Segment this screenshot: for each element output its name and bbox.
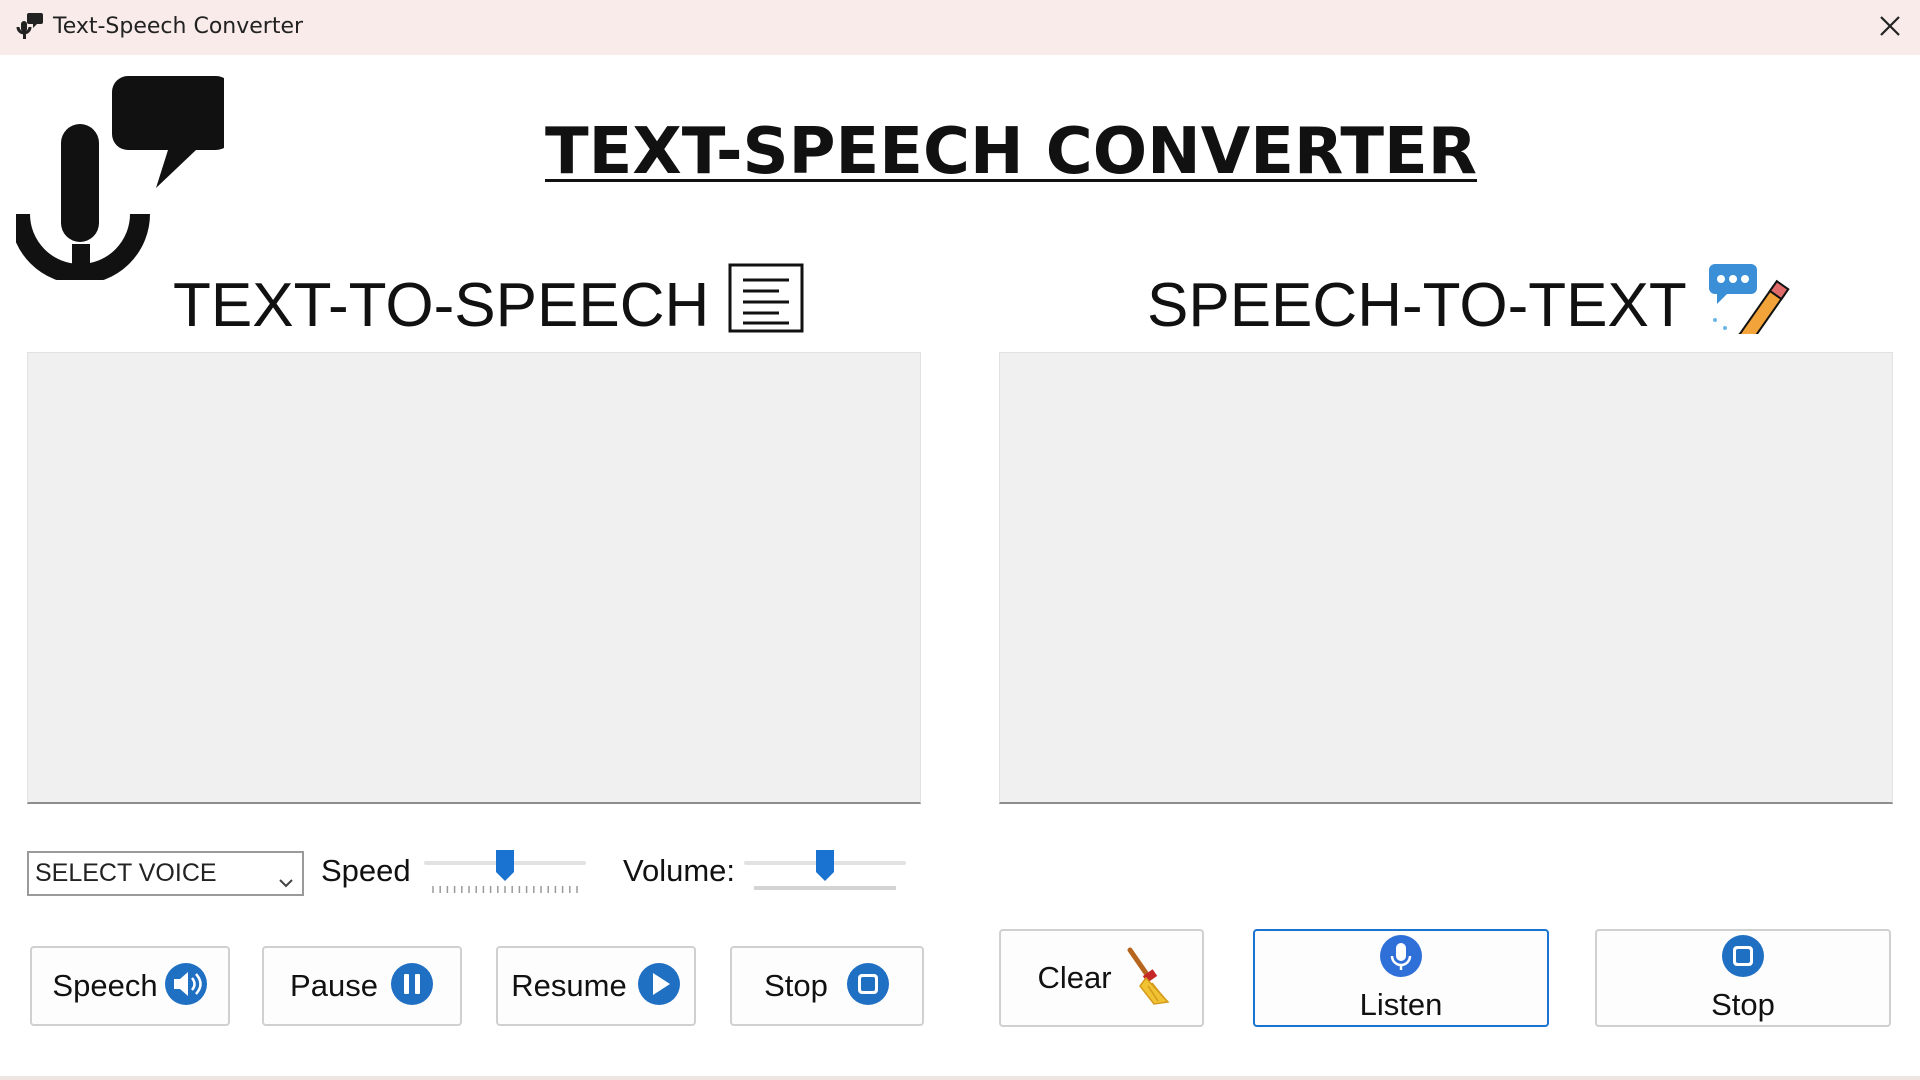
speed-slider[interactable] (420, 840, 590, 900)
close-icon (1879, 15, 1901, 42)
resume-button[interactable]: Resume (496, 946, 696, 1026)
speed-label: Speed (321, 853, 411, 888)
title-bar: Text-Speech Converter (0, 0, 1920, 55)
tts-stop-button[interactable]: Stop (730, 946, 924, 1026)
volume-slider-baseline (754, 886, 896, 890)
volume-label: Volume: (623, 853, 736, 888)
volume-slider[interactable] (740, 840, 910, 900)
volume-slider-thumb[interactable] (814, 848, 836, 882)
voice-select[interactable]: SELECT VOICE (27, 851, 304, 896)
window-title: Text-Speech Converter (53, 14, 304, 39)
pause-icon (390, 962, 434, 1011)
play-icon (637, 962, 681, 1011)
resume-button-label: Resume (511, 968, 627, 1003)
close-button[interactable] (1868, 10, 1912, 46)
clear-button[interactable]: Clear (999, 929, 1204, 1027)
stop-icon (846, 962, 890, 1011)
pause-button[interactable]: Pause (262, 946, 462, 1026)
stt-text-output[interactable] (999, 352, 1893, 804)
stop-icon (1721, 934, 1765, 983)
speech-button-label: Speech (52, 968, 158, 1003)
stt-section-title: SPEECH-TO-TEXT (1147, 262, 1803, 353)
pause-button-label: Pause (290, 968, 378, 1003)
tts-title-text: TEXT-TO-SPEECH (173, 270, 710, 340)
chevron-down-icon (278, 867, 294, 896)
speed-slider-ticks (432, 886, 578, 893)
tts-text-input[interactable] (27, 352, 921, 804)
stt-title-text: SPEECH-TO-TEXT (1147, 270, 1687, 340)
microphone-speech-icon (15, 11, 45, 41)
listen-button-label: Listen (1359, 986, 1443, 1022)
clear-button-label: Clear (1037, 960, 1112, 995)
speaker-icon (164, 962, 208, 1011)
window-bottom-edge (0, 1076, 1920, 1080)
speed-slider-thumb[interactable] (494, 848, 516, 882)
main-title: TEXT-SPEECH CONVERTER (545, 115, 1478, 189)
stt-stop-button[interactable]: Stop (1595, 929, 1891, 1027)
chat-pencil-icon (1705, 262, 1803, 353)
broom-icon (1124, 946, 1176, 1011)
speech-button[interactable]: Speech (30, 946, 230, 1026)
app-logo (10, 72, 232, 284)
listen-button[interactable]: Listen (1253, 929, 1549, 1027)
document-icon (727, 262, 805, 349)
tts-section-title: TEXT-TO-SPEECH (173, 262, 805, 349)
voice-select-value: SELECT VOICE (35, 859, 217, 887)
stt-stop-button-label: Stop (1711, 986, 1775, 1022)
microphone-icon (1379, 934, 1423, 983)
tts-stop-button-label: Stop (764, 968, 828, 1003)
